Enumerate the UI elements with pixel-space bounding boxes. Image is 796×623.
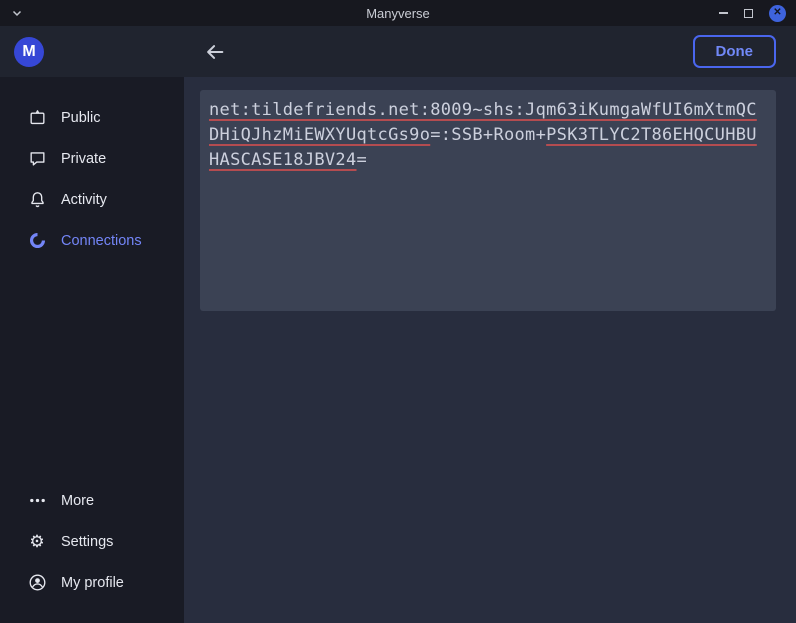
message-icon (27, 149, 47, 169)
sidebar-spacer (0, 261, 184, 480)
app-window: Manyverse ✕ M Done (0, 0, 796, 623)
invite-code-segment: DHiQJhzMiEWXYUqtcGs9o (209, 125, 430, 145)
sidebar-item-label: Private (61, 151, 106, 167)
sidebar-item-private[interactable]: Private (0, 138, 184, 179)
bulletin-board-icon (27, 108, 47, 128)
titlebar: Manyverse ✕ (0, 0, 796, 26)
gear-icon: ⚙ (27, 532, 47, 552)
sidebar: Public Private Activity (0, 77, 184, 623)
invite-code-segment: PSK3TLYC2T86EHQCUHBU (546, 125, 757, 145)
invite-code-line: net:tildefriends.net:8009~shs:Jqm63iKumg… (209, 98, 767, 123)
invite-code-line: HASCASE18JBV24= (209, 148, 767, 173)
arrow-left-icon (204, 41, 226, 63)
window-menu-button[interactable] (12, 10, 22, 17)
invite-code-input[interactable]: net:tildefriends.net:8009~shs:Jqm63iKumg… (200, 90, 776, 311)
done-button[interactable]: Done (693, 35, 777, 68)
sidebar-item-label: My profile (61, 575, 124, 591)
restore-icon[interactable] (744, 9, 753, 18)
invite-code-segment: =:SSB+Room+ (430, 125, 546, 145)
sidebar-item-my-profile[interactable]: My profile (0, 562, 184, 603)
body: Public Private Activity (0, 77, 796, 623)
main-content: net:tildefriends.net:8009~shs:Jqm63iKumg… (184, 77, 796, 623)
dots-icon (27, 491, 47, 511)
sidebar-item-label: Connections (61, 233, 142, 249)
invite-code-segment: HASCASE18JBV24 (209, 150, 357, 170)
chevron-down-icon (12, 10, 22, 17)
sidebar-item-label: Activity (61, 192, 107, 208)
sidebar-item-public[interactable]: Public (0, 97, 184, 138)
sidebar-item-more[interactable]: More (0, 480, 184, 521)
invite-code-line: DHiQJhzMiEWXYUqtcGs9o=:SSB+Room+PSK3TLYC… (209, 123, 767, 148)
invite-code-segment: = (357, 150, 368, 170)
invite-code-segment: net:tildefriends.net:8009~shs:Jqm63iKumg… (209, 100, 757, 120)
window-title: Manyverse (0, 6, 796, 21)
app-header: M Done (0, 26, 796, 77)
sidebar-item-activity[interactable]: Activity (0, 179, 184, 220)
minimize-icon[interactable] (719, 12, 728, 14)
sidebar-item-connections[interactable]: Connections (0, 220, 184, 261)
back-button[interactable] (200, 37, 230, 67)
sidebar-item-settings[interactable]: ⚙ Settings (0, 521, 184, 562)
person-icon (27, 573, 47, 593)
window-controls: ✕ (719, 5, 796, 22)
manyverse-logo: M (14, 37, 44, 67)
bell-icon (27, 190, 47, 210)
sidebar-item-label: Settings (61, 534, 113, 550)
sidebar-item-label: Public (61, 110, 101, 126)
close-icon[interactable]: ✕ (769, 5, 786, 22)
sidebar-item-label: More (61, 493, 94, 509)
swirl-icon (27, 231, 47, 251)
